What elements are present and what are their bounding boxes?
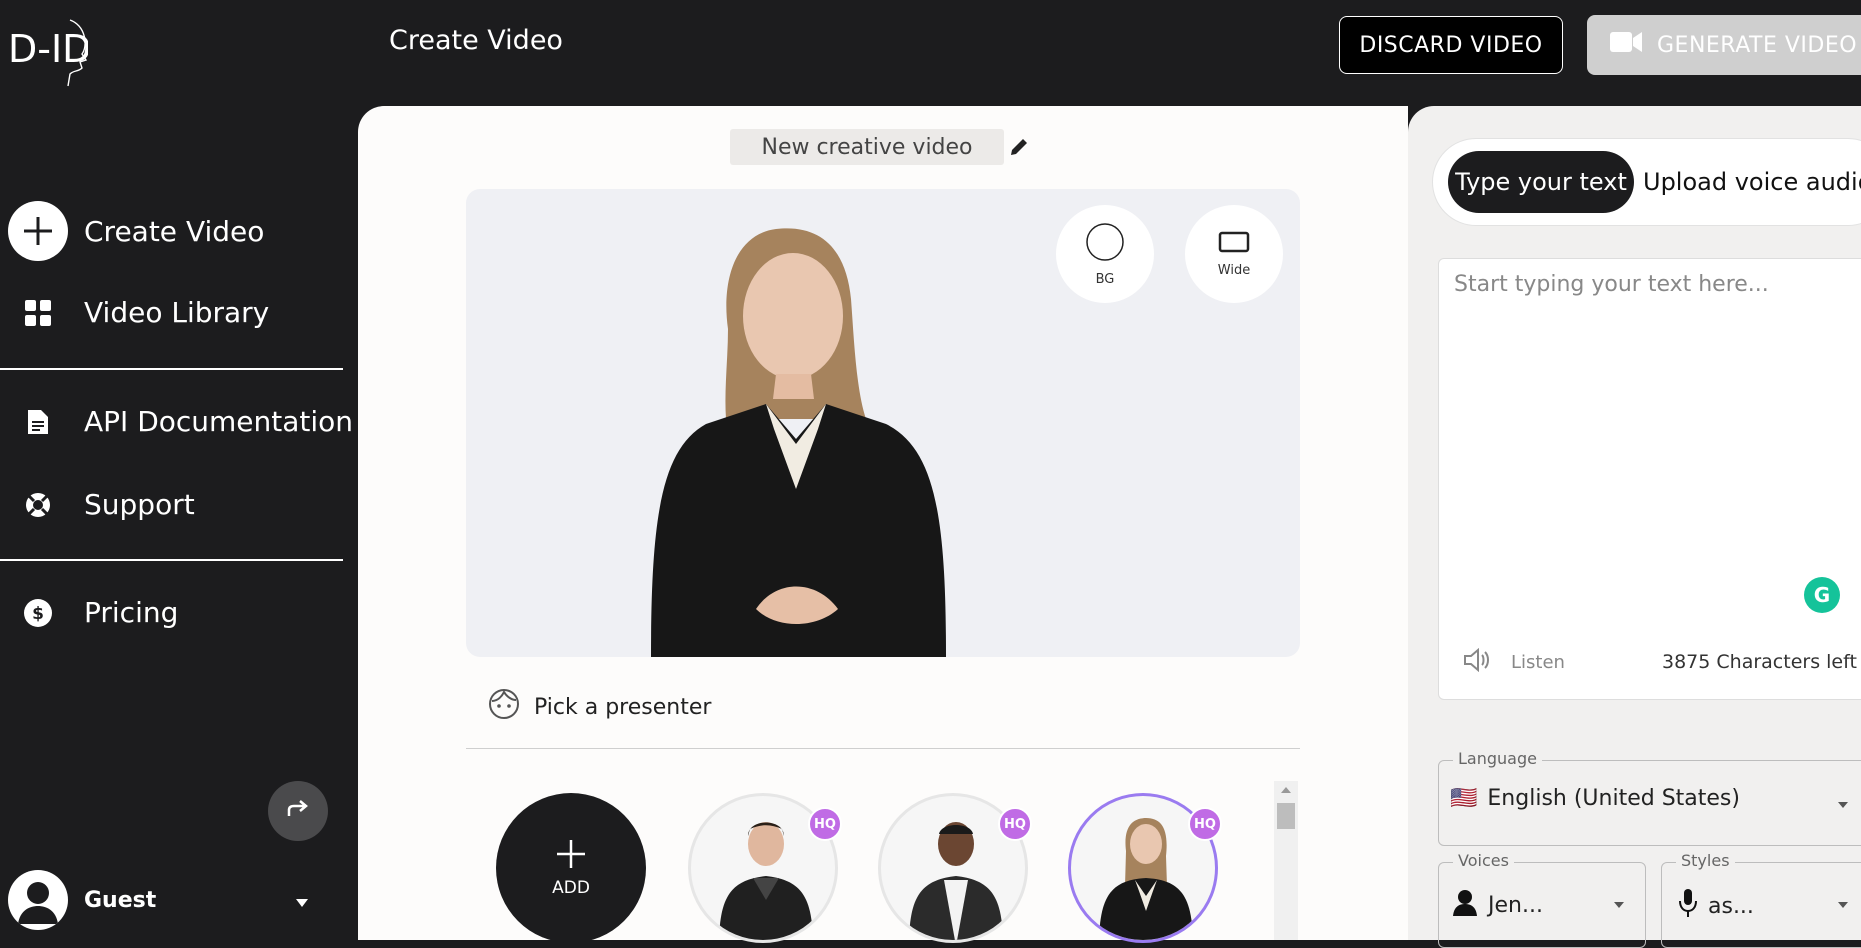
document-icon xyxy=(0,408,76,436)
sidebar-item-support[interactable]: Support xyxy=(0,488,195,521)
share-arrow-icon xyxy=(285,798,311,824)
chevron-down-icon xyxy=(1838,802,1848,808)
styles-value: as... xyxy=(1678,888,1754,924)
grammarly-icon[interactable]: G xyxy=(1804,577,1840,617)
tab-type-your-text[interactable]: Type your text xyxy=(1448,151,1634,213)
video-camera-icon xyxy=(1609,28,1643,62)
user-name: Guest xyxy=(84,887,157,913)
background-button[interactable]: BG xyxy=(1056,205,1154,303)
sidebar-item-create-video[interactable]: Create Video xyxy=(0,201,264,261)
presenter-preview xyxy=(466,189,1300,657)
hq-badge: HQ xyxy=(808,807,842,841)
page-title: Create Video xyxy=(389,25,563,56)
us-flag-icon: 🇺🇸 xyxy=(1450,786,1478,811)
voices-label: Voices xyxy=(1453,851,1514,870)
pick-presenter-heading: Pick a presenter xyxy=(488,688,711,726)
add-presenter-button[interactable]: ADD xyxy=(496,793,646,943)
svg-text:G: G xyxy=(1814,583,1830,607)
presenter-image xyxy=(651,228,946,657)
circle-icon xyxy=(1085,222,1125,266)
sidebar-item-pricing[interactable]: $ Pricing xyxy=(0,596,178,629)
lifebuoy-icon xyxy=(0,491,76,519)
person-icon xyxy=(1452,888,1478,922)
sidebar-item-label: Pricing xyxy=(84,596,179,629)
wide-aspect-button[interactable]: Wide xyxy=(1185,205,1283,303)
grid-icon xyxy=(0,299,76,327)
tab-upload-voice-audio[interactable]: Upload voice audio xyxy=(1643,151,1861,213)
generate-video-label: GENERATE VIDEO xyxy=(1657,32,1858,58)
video-title-field[interactable]: New creative video xyxy=(730,129,1004,165)
style-text: as... xyxy=(1708,893,1754,919)
presenter-list-scrollbar[interactable] xyxy=(1274,781,1298,940)
avatar xyxy=(8,870,68,930)
script-text-area[interactable] xyxy=(1438,258,1861,700)
voice-text: Jen... xyxy=(1488,892,1543,918)
styles-label: Styles xyxy=(1676,851,1735,870)
svg-text:D-ID: D-ID xyxy=(8,27,88,71)
language-text: English (United States) xyxy=(1487,786,1740,811)
listen-button[interactable]: Listen xyxy=(1463,647,1565,677)
face-icon xyxy=(488,688,520,726)
wide-label: Wide xyxy=(1217,262,1251,278)
script-text-placeholder: Start typing your text here... xyxy=(1454,272,1769,297)
speaker-icon xyxy=(1463,647,1491,677)
rectangle-icon xyxy=(1218,231,1250,257)
listen-label: Listen xyxy=(1511,652,1565,673)
dollar-icon: $ xyxy=(0,598,76,628)
sidebar-item-label: Support xyxy=(84,488,195,521)
hq-badge: HQ xyxy=(1188,807,1222,841)
section-divider xyxy=(466,748,1300,749)
plus-circle-icon xyxy=(0,201,76,261)
svg-text:$: $ xyxy=(32,604,44,624)
discard-video-button[interactable]: DISCARD VIDEO xyxy=(1339,16,1563,74)
bg-label: BG xyxy=(1095,271,1115,287)
sidebar-divider xyxy=(0,368,343,370)
language-label: Language xyxy=(1453,749,1542,768)
sidebar-divider xyxy=(0,559,343,561)
pick-presenter-label: Pick a presenter xyxy=(534,694,712,720)
add-label: ADD xyxy=(552,878,590,898)
voices-value: Jen... xyxy=(1452,888,1543,922)
language-value: 🇺🇸 English (United States) xyxy=(1450,786,1740,811)
d-id-logo[interactable]: D-ID xyxy=(8,18,91,88)
microphone-icon xyxy=(1678,888,1698,924)
generate-video-button[interactable]: GENERATE VIDEO xyxy=(1587,15,1861,75)
hq-badge: HQ xyxy=(998,807,1032,841)
characters-left: 3875 Characters left xyxy=(1662,651,1857,673)
plus-icon xyxy=(555,838,587,874)
sidebar-item-label: Video Library xyxy=(84,296,270,329)
chevron-down-icon xyxy=(296,888,309,913)
top-bar: D-ID Create Video DISCARD VIDEO GENERATE… xyxy=(0,0,1861,106)
sidebar-item-label: API Documentation xyxy=(84,405,354,438)
share-button[interactable] xyxy=(268,781,328,841)
chevron-down-icon xyxy=(1838,902,1848,908)
sidebar-item-api-documentation[interactable]: API Documentation xyxy=(0,405,353,438)
sidebar-item-video-library[interactable]: Video Library xyxy=(0,296,269,329)
chevron-down-icon xyxy=(1614,902,1624,908)
sidebar-item-label: Create Video xyxy=(84,214,265,248)
pencil-icon[interactable] xyxy=(1008,136,1030,162)
user-menu[interactable]: Guest xyxy=(8,870,309,930)
